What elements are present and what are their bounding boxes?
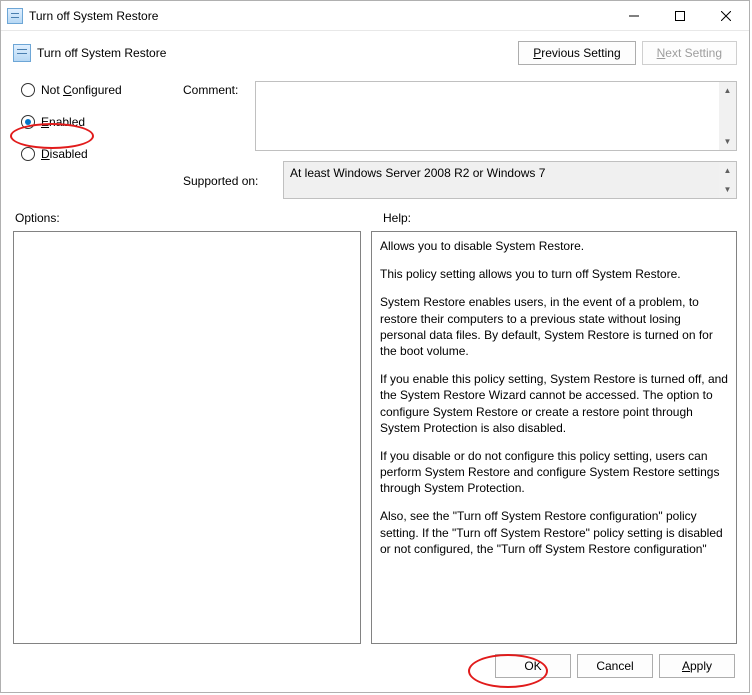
upper-grid: Not Configured Enabled Disabled Comment: — [13, 81, 737, 199]
supported-scrollbar[interactable]: ▲ ▼ — [719, 162, 736, 198]
minimize-button[interactable] — [611, 1, 657, 30]
help-paragraph: Allows you to disable System Restore. — [380, 238, 728, 254]
radio-label: Disabled — [41, 147, 88, 161]
options-label: Options: — [13, 211, 383, 225]
minimize-icon — [629, 11, 639, 21]
header-row: Turn off System Restore Previous Setting… — [13, 41, 737, 71]
cancel-button[interactable]: Cancel — [577, 654, 653, 678]
window-body: Turn off System Restore Previous Setting… — [1, 31, 749, 692]
supported-label: Supported on: — [183, 172, 283, 188]
ok-button[interactable]: OK — [495, 654, 571, 678]
radio-circle-icon — [21, 115, 35, 129]
help-content: Allows you to disable System Restore. Th… — [372, 232, 736, 643]
fields-column: Comment: ▲ ▼ Supported on: At least Wind… — [183, 81, 737, 199]
radio-enabled[interactable]: Enabled — [21, 115, 183, 129]
help-pane: Allows you to disable System Restore. Th… — [371, 231, 737, 644]
state-radio-group: Not Configured Enabled Disabled — [13, 81, 183, 199]
bottom-bar: OK Cancel Apply — [13, 644, 737, 682]
comment-label: Comment: — [183, 81, 255, 151]
radio-circle-icon — [21, 83, 35, 97]
radio-label: Not Configured — [41, 83, 122, 97]
radio-not-configured[interactable]: Not Configured — [21, 83, 183, 97]
policy-title: Turn off System Restore — [37, 46, 518, 60]
maximize-button[interactable] — [657, 1, 703, 30]
supported-row: Supported on: At least Windows Server 20… — [183, 161, 737, 199]
supported-value: At least Windows Server 2008 R2 or Windo… — [284, 162, 719, 198]
supported-box: At least Windows Server 2008 R2 or Windo… — [283, 161, 737, 199]
comment-scrollbar[interactable]: ▲ ▼ — [719, 82, 736, 150]
help-paragraph: Also, see the "Turn off System Restore c… — [380, 508, 728, 557]
close-icon — [721, 11, 731, 21]
radio-label: Enabled — [41, 115, 85, 129]
previous-setting-button[interactable]: Previous Setting — [518, 41, 635, 65]
comment-row: Comment: ▲ ▼ — [183, 81, 737, 151]
help-paragraph: System Restore enables users, in the eve… — [380, 294, 728, 359]
titlebar: Turn off System Restore — [1, 1, 749, 31]
next-setting-button: Next Setting — [642, 41, 737, 65]
section-labels: Options: Help: — [13, 211, 737, 225]
close-button[interactable] — [703, 1, 749, 30]
window-controls — [611, 1, 749, 30]
window-title: Turn off System Restore — [29, 9, 611, 23]
help-paragraph: If you disable or do not configure this … — [380, 448, 728, 497]
options-pane — [13, 231, 361, 644]
scroll-down-icon[interactable]: ▼ — [719, 133, 736, 150]
scroll-down-icon[interactable]: ▼ — [719, 181, 736, 198]
policy-icon — [7, 8, 23, 24]
comment-textarea[interactable]: ▲ ▼ — [255, 81, 737, 151]
maximize-icon — [675, 11, 685, 21]
policy-icon — [13, 44, 31, 62]
help-paragraph: If you enable this policy setting, Syste… — [380, 371, 728, 436]
scroll-up-icon[interactable]: ▲ — [719, 82, 736, 99]
help-label: Help: — [383, 211, 411, 225]
apply-button[interactable]: Apply — [659, 654, 735, 678]
help-paragraph: This policy setting allows you to turn o… — [380, 266, 728, 282]
radio-circle-icon — [21, 147, 35, 161]
panes: Allows you to disable System Restore. Th… — [13, 231, 737, 644]
options-content — [14, 232, 360, 643]
policy-window: Turn off System Restore Turn off System … — [0, 0, 750, 693]
radio-disabled[interactable]: Disabled — [21, 147, 183, 161]
comment-value — [256, 82, 719, 150]
scroll-up-icon[interactable]: ▲ — [719, 162, 736, 179]
